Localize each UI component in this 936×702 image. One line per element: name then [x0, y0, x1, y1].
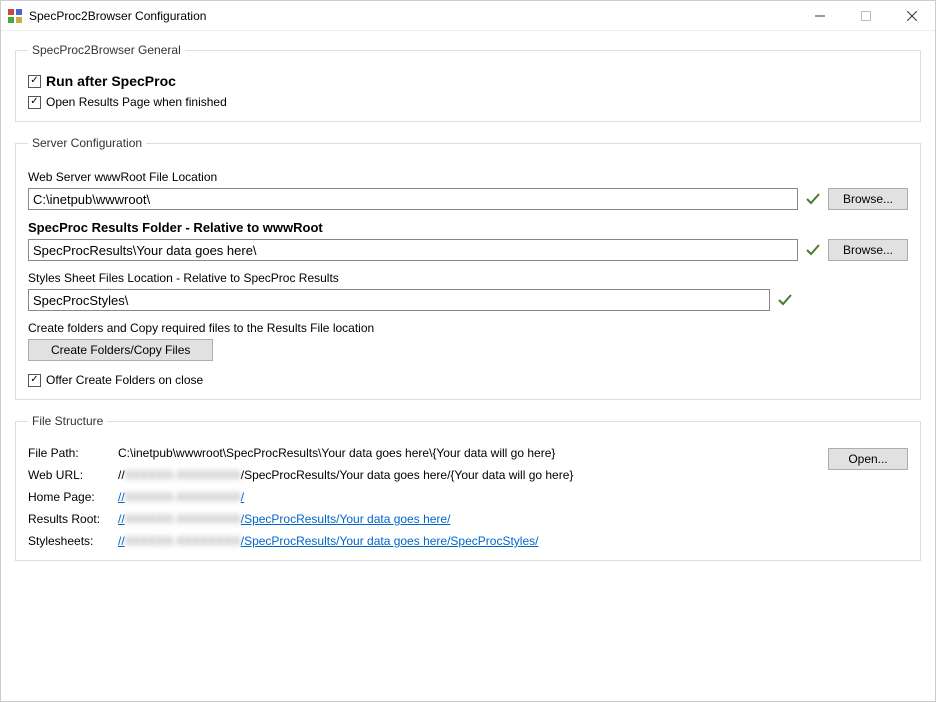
run-after-label: Run after SpecProc: [46, 73, 176, 89]
file-structure-legend: File Structure: [28, 414, 107, 428]
file-structure-group: File Structure Open... File Path: C:\ine…: [15, 414, 921, 561]
valid-icon: [804, 191, 822, 207]
valid-icon: [776, 292, 794, 308]
window-title: SpecProc2Browser Configuration: [29, 9, 206, 23]
wwwroot-input[interactable]: [28, 188, 798, 210]
stylesheets-label: Stylesheets:: [28, 534, 110, 548]
resultsroot-label: Results Root:: [28, 512, 110, 526]
close-button[interactable]: [889, 1, 935, 31]
results-folder-label: SpecProc Results Folder - Relative to ww…: [28, 220, 908, 235]
maximize-button[interactable]: [843, 1, 889, 31]
run-after-checkbox[interactable]: ✓ Run after SpecProc: [28, 73, 908, 89]
minimize-button[interactable]: [797, 1, 843, 31]
weburl-value: //XXXXXX-XXXXXXXX/SpecProcResults/Your d…: [118, 468, 908, 482]
app-icon: [7, 8, 23, 24]
stylesheets-link[interactable]: //XXXXXX-XXXXXXXX/SpecProcResults/Your d…: [118, 534, 908, 548]
checkbox-icon: ✓: [28, 96, 41, 109]
titlebar: SpecProc2Browser Configuration: [1, 1, 935, 31]
browse-results-button[interactable]: Browse...: [828, 239, 908, 261]
checkbox-icon: ✓: [28, 374, 41, 387]
checkbox-icon: ✓: [28, 75, 41, 88]
homepage-label: Home Page:: [28, 490, 110, 504]
filepath-value: C:\inetpub\wwwroot\SpecProcResults\Your …: [118, 446, 908, 460]
server-legend: Server Configuration: [28, 136, 146, 150]
styles-input[interactable]: [28, 289, 770, 311]
general-group: SpecProc2Browser General ✓ Run after Spe…: [15, 43, 921, 122]
open-button[interactable]: Open...: [828, 448, 908, 470]
filepath-label: File Path:: [28, 446, 110, 460]
offer-create-label: Offer Create Folders on close: [46, 373, 203, 387]
valid-icon: [804, 242, 822, 258]
styles-label: Styles Sheet Files Location - Relative t…: [28, 271, 908, 285]
config-window: SpecProc2Browser Configuration SpecProc2…: [0, 0, 936, 702]
results-folder-input[interactable]: [28, 239, 798, 261]
general-legend: SpecProc2Browser General: [28, 43, 185, 57]
wwwroot-label: Web Server wwwRoot File Location: [28, 170, 908, 184]
weburl-label: Web URL:: [28, 468, 110, 482]
resultsroot-link[interactable]: //XXXXXX-XXXXXXXX/SpecProcResults/Your d…: [118, 512, 908, 526]
create-folders-label: Create folders and Copy required files t…: [28, 321, 908, 335]
browse-wwwroot-button[interactable]: Browse...: [828, 188, 908, 210]
content-area: SpecProc2Browser General ✓ Run after Spe…: [1, 31, 935, 701]
homepage-link[interactable]: //XXXXXX-XXXXXXXX/: [118, 490, 908, 504]
open-results-label: Open Results Page when finished: [46, 95, 227, 109]
offer-create-checkbox[interactable]: ✓ Offer Create Folders on close: [28, 373, 908, 387]
create-folders-button[interactable]: Create Folders/Copy Files: [28, 339, 213, 361]
server-group: Server Configuration Web Server wwwRoot …: [15, 136, 921, 400]
open-results-checkbox[interactable]: ✓ Open Results Page when finished: [28, 95, 908, 109]
